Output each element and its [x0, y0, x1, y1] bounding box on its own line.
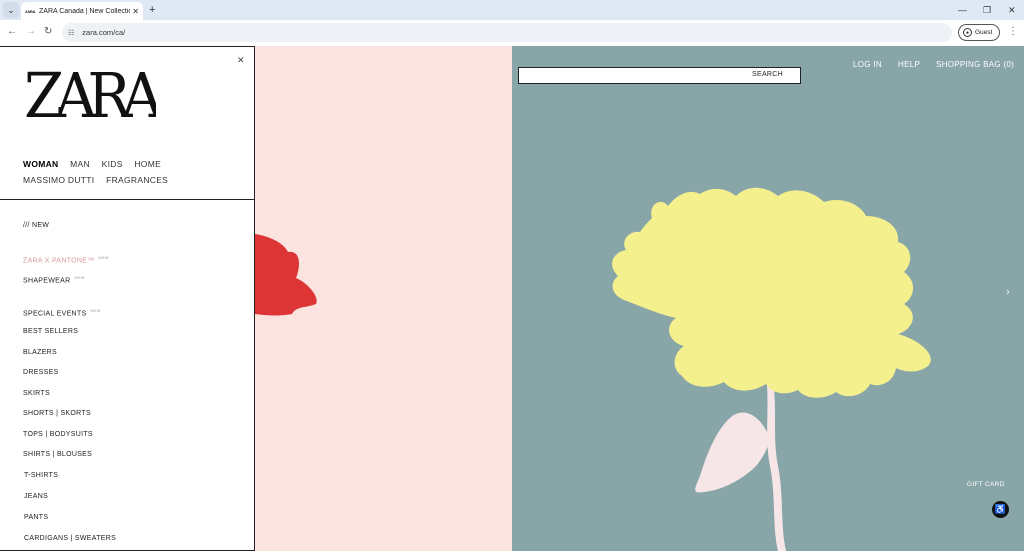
tab-strip: ⌄ ZARA ZARA Canada | New Collection ✕ + …	[0, 0, 1024, 20]
url-text[interactable]: zara.com/ca/	[82, 28, 125, 37]
drawer-divider	[0, 199, 255, 200]
menu-item-shapewear[interactable]: SHAPEWEAR NEW	[23, 275, 85, 284]
browser-tab[interactable]: ZARA ZARA Canada | New Collection ✕	[21, 2, 143, 20]
tab-search-icon[interactable]: ⌄	[3, 2, 19, 18]
svg-text:ZARA: ZARA	[24, 67, 156, 123]
menu-item-zara-x-pantone[interactable]: ZARA X PANTONE™ NEW	[23, 255, 109, 264]
profile-button[interactable]: ● Guest	[958, 24, 1000, 41]
back-icon[interactable]: ←	[7, 25, 17, 39]
menu-item-t-shirts[interactable]: T-SHIRTS	[24, 472, 58, 479]
menu-item-tops-bodysuits[interactable]: TOPS | BODYSUITS	[23, 431, 93, 438]
forward-icon[interactable]: →	[26, 25, 36, 39]
new-badge: NEW	[90, 308, 101, 313]
new-badge: NEW	[74, 275, 85, 280]
close-icon[interactable]: ✕	[237, 55, 245, 66]
category-row-secondary: MASSIMO DUTTI FRAGRANCES	[23, 175, 177, 185]
flower-stem	[766, 374, 786, 551]
help-link[interactable]: HELP	[898, 60, 920, 69]
menu-item-blazers[interactable]: BLAZERS	[23, 349, 57, 356]
side-menu-drawer: ✕ ZARA WOMAN MAN KIDS HOME MASSIMO DUTTI…	[0, 46, 255, 551]
reload-icon[interactable]: ↻	[44, 25, 52, 39]
zara-logo[interactable]: ZARA	[24, 67, 156, 123]
shopping-bag-link[interactable]: SHOPPING BAG (0)	[936, 60, 1014, 69]
search-label: SEARCH	[752, 71, 783, 78]
category-kids[interactable]: KIDS	[102, 159, 123, 169]
profile-icon: ●	[963, 28, 972, 37]
red-flower-shape	[255, 234, 317, 316]
page-content: ✕ ZARA WOMAN MAN KIDS HOME MASSIMO DUTTI…	[0, 46, 1024, 551]
accessibility-icon[interactable]: ♿	[992, 501, 1009, 518]
category-row-primary: WOMAN MAN KIDS HOME	[23, 159, 170, 169]
browser-window: ⌄ ZARA ZARA Canada | New Collection ✕ + …	[0, 0, 1024, 551]
search-input[interactable]: SEARCH	[518, 67, 801, 84]
site-info-icon[interactable]: ☷	[68, 29, 74, 37]
profile-label: Guest	[975, 29, 993, 36]
category-fragrances[interactable]: FRAGRANCES	[106, 175, 168, 185]
menu-item-dresses[interactable]: DRESSES	[23, 369, 59, 376]
tab-favicon: ZARA	[25, 8, 36, 14]
menu-item-skirts[interactable]: SKIRTS	[23, 390, 50, 397]
close-window-icon[interactable]: ✕	[1008, 2, 1016, 18]
category-massimo-dutti[interactable]: MASSIMO DUTTI	[23, 175, 94, 185]
flower-leaf	[695, 412, 770, 493]
login-link[interactable]: LOG IN	[853, 60, 882, 69]
plus-icon[interactable]: +	[149, 2, 155, 18]
menu-item-new[interactable]: /// NEW	[23, 222, 49, 229]
menu-item-special-events[interactable]: SPECIAL EVENTS NEW	[23, 308, 101, 317]
gift-card-link[interactable]: GIFT CARD	[967, 481, 1005, 488]
category-home[interactable]: HOME	[134, 159, 161, 169]
menu-item-best-sellers[interactable]: BEST SELLERS	[23, 328, 78, 335]
category-woman[interactable]: WOMAN	[23, 159, 59, 169]
minimize-icon[interactable]: —	[958, 2, 967, 18]
yellow-flower-shape	[612, 187, 931, 398]
address-bar[interactable]: ☷ zara.com/ca/	[62, 23, 952, 42]
category-man[interactable]: MAN	[70, 159, 90, 169]
chevron-right-icon[interactable]: ›	[1006, 286, 1010, 298]
menu-item-jeans[interactable]: JEANS	[24, 493, 48, 500]
browser-toolbar: ← → ↻ ☷ zara.com/ca/ ● Guest ⋮	[0, 20, 1024, 45]
close-icon[interactable]: ✕	[132, 7, 139, 16]
more-icon[interactable]: ⋮	[1008, 25, 1018, 39]
menu-item-pants[interactable]: PANTS	[24, 514, 48, 521]
new-badge: NEW	[98, 255, 109, 260]
restore-icon[interactable]: ❐	[983, 2, 991, 18]
tab-title: ZARA Canada | New Collection	[39, 7, 131, 15]
menu-item-shorts-skorts[interactable]: SHORTS | SKORTS	[23, 410, 91, 417]
menu-item-cardigans-sweaters[interactable]: CARDIGANS | SWEATERS	[24, 535, 116, 542]
menu-item-shirts-blouses[interactable]: SHIRTS | BLOUSES	[23, 451, 92, 458]
